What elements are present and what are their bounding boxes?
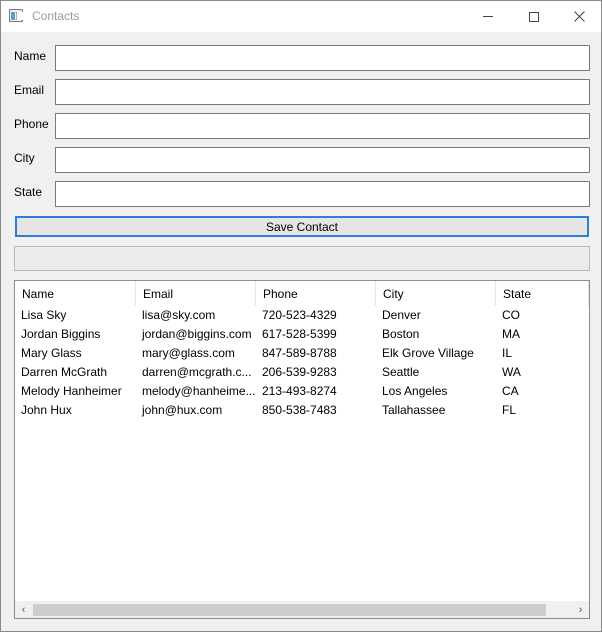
cell-state: MA bbox=[502, 327, 520, 341]
cell-city: Los Angeles bbox=[382, 384, 448, 398]
cell-state: CA bbox=[502, 384, 519, 398]
cell-city: Denver bbox=[382, 308, 421, 322]
maximize-icon bbox=[529, 11, 539, 22]
scroll-right-arrow-icon[interactable]: › bbox=[572, 601, 589, 618]
column-header-phone[interactable]: Phone bbox=[256, 281, 376, 306]
app-window-icon bbox=[9, 9, 23, 22]
window-title: Contacts bbox=[32, 9, 80, 23]
cell-email: mary@glass.com bbox=[142, 346, 235, 360]
name-label: Name bbox=[14, 49, 47, 63]
close-button[interactable] bbox=[556, 1, 602, 32]
minimize-button[interactable] bbox=[465, 1, 511, 32]
table-row[interactable]: Lisa Sky lisa@sky.com 720-523-4329 Denve… bbox=[15, 306, 589, 325]
email-field[interactable] bbox=[55, 79, 590, 105]
phone-label: Phone bbox=[14, 117, 49, 131]
cell-phone: 847-589-8788 bbox=[262, 346, 337, 360]
cell-name: John Hux bbox=[21, 403, 72, 417]
cell-email: lisa@sky.com bbox=[142, 308, 216, 322]
cell-city: Seattle bbox=[382, 365, 420, 379]
cell-email: john@hux.com bbox=[142, 403, 223, 417]
column-header-email[interactable]: Email bbox=[136, 281, 256, 306]
minimize-icon bbox=[483, 16, 493, 17]
column-header-name[interactable]: Name bbox=[15, 281, 136, 306]
cell-phone: 617-528-5399 bbox=[262, 327, 337, 341]
cell-phone: 206-539-9283 bbox=[262, 365, 337, 379]
cell-name: Lisa Sky bbox=[21, 308, 67, 322]
cell-state: CO bbox=[502, 308, 520, 322]
cell-email: jordan@biggins.com bbox=[142, 327, 252, 341]
table-row[interactable]: John Hux john@hux.com 850-538-7483 Talla… bbox=[15, 401, 589, 420]
cell-phone: 850-538-7483 bbox=[262, 403, 337, 417]
cell-city: Boston bbox=[382, 327, 420, 341]
state-field[interactable] bbox=[55, 181, 590, 207]
table-row[interactable]: Melody Hanheimer melody@hanheime... 213-… bbox=[15, 382, 589, 401]
cell-city: Elk Grove Village bbox=[382, 346, 474, 360]
table-row[interactable]: Jordan Biggins jordan@biggins.com 617-52… bbox=[15, 325, 589, 344]
cell-email: melody@hanheime... bbox=[142, 384, 256, 398]
close-icon bbox=[573, 11, 585, 22]
cell-name: Mary Glass bbox=[21, 346, 82, 360]
cell-state: WA bbox=[502, 365, 521, 379]
cell-name: Jordan Biggins bbox=[21, 327, 101, 341]
state-label: State bbox=[14, 185, 43, 199]
city-field[interactable] bbox=[55, 147, 590, 173]
contacts-list[interactable]: Name Email Phone City State Lisa Sky lis… bbox=[14, 280, 590, 619]
cell-city: Tallahassee bbox=[382, 403, 446, 417]
cell-email: darren@mcgrath.c... bbox=[142, 365, 252, 379]
column-header-state[interactable]: State bbox=[496, 281, 589, 306]
email-label: Email bbox=[14, 83, 45, 97]
contacts-window: Contacts Name Email Phone City State Sav… bbox=[0, 0, 602, 632]
column-header-city[interactable]: City bbox=[376, 281, 496, 306]
table-row[interactable]: Darren McGrath darren@mcgrath.c... 206-5… bbox=[15, 363, 589, 382]
save-contact-button[interactable]: Save Contact bbox=[15, 216, 589, 237]
cell-name: Darren McGrath bbox=[21, 365, 108, 379]
status-bar bbox=[14, 246, 590, 271]
cell-state: FL bbox=[502, 403, 517, 417]
cell-phone: 720-523-4329 bbox=[262, 308, 337, 322]
name-field[interactable] bbox=[55, 45, 590, 71]
cell-state: IL bbox=[502, 346, 513, 360]
cell-phone: 213-493-8274 bbox=[262, 384, 337, 398]
list-header: Name Email Phone City State bbox=[15, 281, 589, 306]
phone-field[interactable] bbox=[55, 113, 590, 139]
city-label: City bbox=[14, 151, 35, 165]
title-bar[interactable]: Contacts bbox=[1, 1, 601, 32]
maximize-button[interactable] bbox=[511, 1, 557, 32]
horizontal-scrollbar[interactable]: ‹ › bbox=[15, 601, 589, 618]
table-row[interactable]: Mary Glass mary@glass.com 847-589-8788 E… bbox=[15, 344, 589, 363]
scroll-left-arrow-icon[interactable]: ‹ bbox=[15, 601, 32, 618]
cell-name: Melody Hanheimer bbox=[21, 384, 122, 398]
scrollbar-thumb[interactable] bbox=[33, 604, 546, 616]
